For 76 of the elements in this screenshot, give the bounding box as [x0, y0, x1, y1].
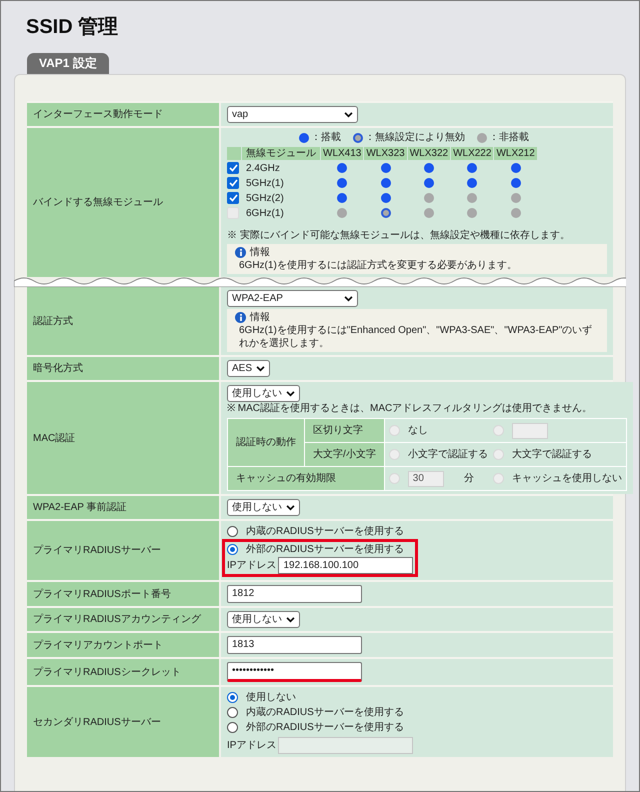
legend-label: ：無線設定により無効: [365, 131, 465, 144]
caret-icon: [286, 504, 295, 510]
radio-button[interactable]: [227, 722, 238, 733]
field-label: WPA2-EAP 事前認証: [33, 501, 127, 514]
caret-icon: [344, 296, 353, 302]
option-label: 外部のRADIUSサーバーを使用する: [246, 543, 404, 556]
field-label: 認証方式: [33, 314, 73, 328]
caret-icon: [286, 390, 295, 396]
option-label: 内蔵のRADIUSサーバーを使用する: [246, 706, 404, 719]
info-icon: [235, 312, 246, 323]
column-header: WLX222: [451, 147, 494, 160]
input-field[interactable]: [512, 422, 548, 438]
radio-button[interactable]: [227, 526, 238, 537]
field-label: プライマリアカウントポート: [33, 638, 163, 652]
option-label: 大文字で認証する: [512, 448, 592, 461]
field-label: プライマリRADIUSポート番号: [33, 588, 171, 600]
dropdown[interactable]: AES: [227, 360, 270, 377]
radio-button[interactable]: [227, 692, 238, 703]
module-name: 2.4GHz: [245, 162, 281, 175]
option-label: 小文字で認証する: [408, 448, 488, 461]
field-label: プライマリRADIUSシークレット: [33, 666, 181, 678]
option-label: キャッシュを使用しない: [512, 472, 622, 485]
ip-address-field[interactable]: 192.168.100.100: [278, 557, 413, 574]
column-header: WLX323: [364, 147, 407, 160]
note-text: ※ MAC認証を使用するときは、MACアドレスフィルタリングは使用できません。: [227, 402, 594, 415]
column-header: WLX413: [321, 147, 364, 160]
address-label: IPアドレス: [227, 559, 276, 572]
module-name: 6GHz(1): [245, 206, 285, 220]
dropdown[interactable]: 使用しない: [227, 611, 300, 628]
dropdown[interactable]: WPA2-EAP: [227, 290, 358, 307]
column-header: 無線モジュール: [242, 147, 320, 160]
field-label: MAC認証: [33, 432, 76, 444]
info-icon: [235, 247, 246, 258]
setting-label: 大文字/小文字: [305, 443, 384, 466]
password-field[interactable]: ••••••••••••: [227, 662, 362, 682]
info-text: 6GHz(1)を使用するには認証方式を変更する必要があります。: [238, 259, 518, 272]
radio-button[interactable]: [227, 544, 238, 555]
section-tab[interactable]: VAP1 設定: [27, 53, 109, 74]
module-name: 5GHz(2): [245, 192, 285, 205]
checkbox[interactable]: [227, 192, 239, 204]
dropdown[interactable]: vap: [227, 106, 358, 123]
field-label: インターフェース動作モード: [33, 108, 163, 121]
input-field[interactable]: 1812: [227, 585, 362, 603]
address-label: IPアドレス: [227, 739, 276, 752]
info-text: 6GHz(1)を使用するには"Enhanced Open"、"WPA3-SAE"、"WPA3-EAP"のいずれかを選択します。: [238, 324, 594, 350]
legend-label: ：搭載: [311, 131, 341, 144]
unit-label: 分: [464, 472, 474, 485]
column-header: WLX212: [494, 147, 537, 160]
field-label: バインドする無線モジュール: [33, 196, 163, 209]
input-field[interactable]: 1813: [227, 636, 362, 654]
option-label: 内蔵のRADIUSサーバーを使用する: [246, 525, 404, 538]
field-label: プライマリRADIUSアカウンティング: [33, 613, 201, 626]
column-header: WLX322: [408, 147, 450, 160]
caret-icon: [344, 112, 353, 118]
caret-icon: [256, 366, 266, 372]
radio-button[interactable]: [227, 707, 238, 718]
option-label: 外部のRADIUSサーバーを使用する: [246, 721, 404, 734]
info-title: 情報: [250, 311, 270, 324]
dropdown[interactable]: 使用しない: [227, 499, 300, 516]
legend-label: ：非搭載: [489, 131, 529, 144]
group-label: 認証時の動作: [228, 419, 304, 466]
option-label: なし: [408, 424, 428, 437]
checkbox[interactable]: [227, 162, 239, 174]
page-title: SSID 管理: [26, 15, 120, 39]
field-label: プライマリRADIUSサーバー: [33, 544, 161, 557]
option-label: 使用しない: [246, 691, 296, 704]
field-label: 暗号化方式: [33, 362, 83, 375]
info-title: 情報: [250, 246, 270, 259]
note-text: ※ 実際にバインド可能な無線モジュールは、無線設定や機種に依存します。: [227, 229, 571, 242]
setting-label: キャッシュの有効期限: [228, 467, 384, 490]
field-label: セカンダリRADIUSサーバー: [33, 716, 161, 728]
module-name: 5GHz(1): [245, 176, 285, 190]
setting-label: 区切り文字: [305, 419, 384, 442]
caret-icon: [286, 616, 295, 622]
checkbox[interactable]: [227, 177, 239, 189]
checkbox[interactable]: [227, 207, 239, 219]
